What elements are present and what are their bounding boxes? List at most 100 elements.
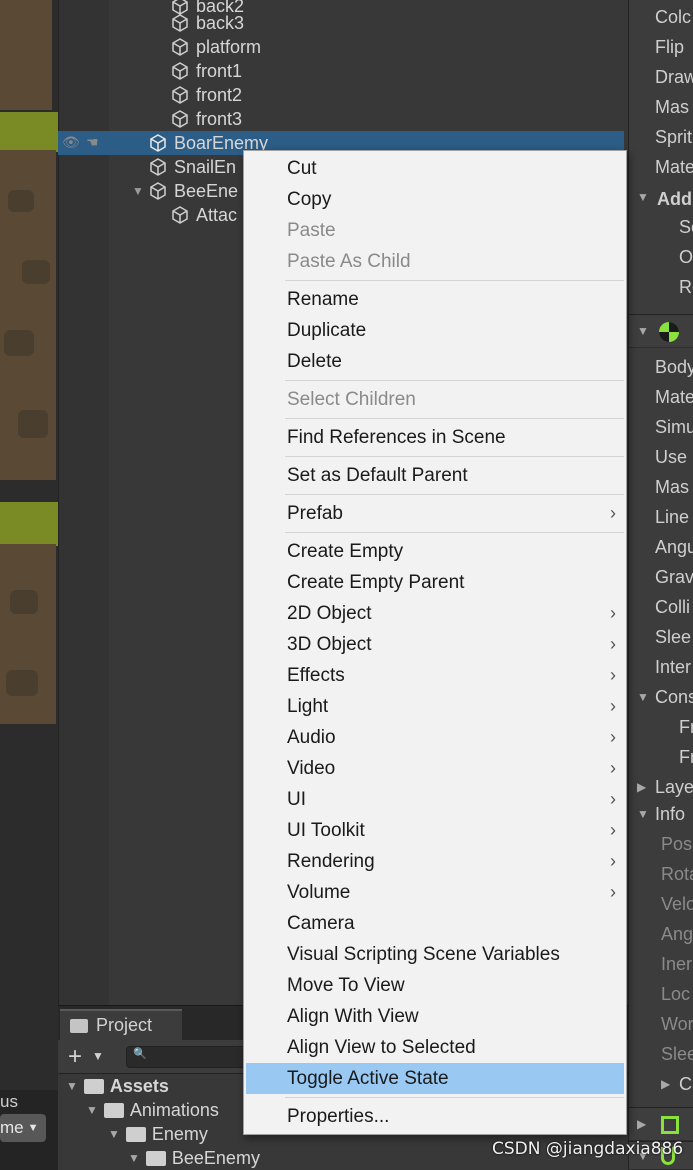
expand-arrow-icon[interactable]: ▼ — [637, 682, 649, 712]
collapse-arrow-icon[interactable]: ▶ — [661, 1069, 670, 1099]
menu-item-find-references[interactable]: Find References in Scene — [246, 422, 624, 453]
menu-item-label: Video — [287, 757, 336, 779]
inspector-field-label[interactable]: Mas — [655, 92, 689, 122]
inspector-field-label[interactable]: O — [679, 242, 693, 272]
inspector-field-label[interactable]: Sprit — [655, 122, 692, 152]
inspector-field-label[interactable]: Flip — [655, 32, 684, 62]
expand-arrow-icon[interactable]: ▼ — [637, 799, 649, 829]
menu-item-cut[interactable]: Cut — [246, 153, 624, 184]
chevron-down-icon[interactable]: ▼ — [92, 1049, 104, 1063]
gameobject-cube-icon — [172, 206, 188, 224]
inspector-field-label[interactable]: Body — [655, 352, 693, 382]
menu-item-label: Paste — [287, 219, 336, 241]
menu-item-align-with-view[interactable]: Align With View — [246, 1001, 624, 1032]
menu-item-set-default-parent[interactable]: Set as Default Parent — [246, 460, 624, 491]
menu-item-audio[interactable]: Audio › — [246, 722, 624, 753]
collapse-arrow-icon[interactable]: ▶ — [637, 772, 646, 802]
overlay-dropdown[interactable]: me ▼ — [0, 1114, 46, 1142]
scene-view[interactable] — [0, 0, 58, 1090]
menu-item-label: Camera — [287, 912, 355, 934]
inspector-field-label[interactable]: Fr — [679, 742, 693, 772]
menu-item-properties[interactable]: Properties... — [246, 1101, 624, 1132]
project-tree-item[interactable]: ▼ Assets — [66, 1074, 169, 1098]
project-tree-item[interactable]: ▼ Animations — [86, 1098, 219, 1122]
menu-item-copy[interactable]: Copy — [246, 184, 624, 215]
hierarchy-item[interactable]: front1 — [58, 59, 624, 83]
inspector-section-label[interactable]: Add — [657, 184, 692, 214]
menu-item-create-empty-parent[interactable]: Create Empty Parent — [246, 567, 624, 598]
inspector-field-label[interactable]: Inter — [655, 652, 691, 682]
submenu-arrow-icon: › — [610, 603, 616, 623]
inspector-section-label[interactable]: Info — [655, 799, 685, 829]
inspector-field-label[interactable]: Simu — [655, 412, 693, 442]
hierarchy-item[interactable]: front3 — [58, 107, 624, 131]
expand-arrow-icon[interactable]: ▼ — [128, 1151, 140, 1165]
inspector-field-label[interactable]: Draw — [655, 62, 693, 92]
menu-item-ui[interactable]: UI › — [246, 784, 624, 815]
inspector-field-label[interactable]: Fr — [679, 712, 693, 742]
gameobject-cube-icon — [172, 86, 188, 104]
menu-item-duplicate[interactable]: Duplicate — [246, 315, 624, 346]
menu-item-create-empty[interactable]: Create Empty — [246, 536, 624, 567]
menu-item-move-to-view[interactable]: Move To View — [246, 970, 624, 1001]
submenu-arrow-icon: › — [610, 789, 616, 809]
menu-item-camera[interactable]: Camera — [246, 908, 624, 939]
inspector-field-label[interactable]: Grav — [655, 562, 693, 592]
expand-arrow-icon[interactable]: ▼ — [108, 1127, 120, 1141]
project-tree-item[interactable]: ▼ Enemy — [108, 1122, 208, 1146]
menu-item-label: Delete — [287, 350, 342, 372]
expand-arrow-icon[interactable]: ▼ — [66, 1079, 78, 1093]
hierarchy-item[interactable]: back3 — [58, 11, 624, 35]
inspector-field-label[interactable]: C — [679, 1069, 692, 1099]
inspector-field-label[interactable]: Sc — [679, 212, 693, 242]
project-tree-item-label: Assets — [109, 1075, 169, 1096]
collapse-arrow-icon[interactable]: ▶ — [637, 1117, 646, 1131]
folder-open-icon — [103, 1102, 124, 1118]
watermark: CSDN @jiangdaxia886 — [492, 1139, 684, 1159]
menu-item-rename[interactable]: Rename — [246, 284, 624, 315]
inspector-section-label[interactable]: Cons — [655, 682, 693, 712]
menu-item-volume[interactable]: Volume › — [246, 877, 624, 908]
menu-item-toggle-active-state[interactable]: Toggle Active State — [246, 1063, 624, 1094]
inspector-field-label[interactable]: Use — [655, 442, 687, 472]
expand-arrow-icon[interactable]: ▼ — [86, 1103, 98, 1117]
expand-arrow-icon[interactable]: ▼ — [637, 182, 649, 212]
inspector-field-label[interactable]: Line — [655, 502, 689, 532]
menu-item-effects[interactable]: Effects › — [246, 660, 624, 691]
expand-arrow-icon[interactable]: ▼ — [637, 324, 649, 338]
menu-item-delete[interactable]: Delete — [246, 346, 624, 377]
rigidbody-component-header[interactable]: ▼ — [629, 314, 693, 348]
menu-item-light[interactable]: Light › — [246, 691, 624, 722]
menu-item-label: Light — [287, 695, 329, 717]
gameobject-cube-icon — [150, 182, 166, 200]
hierarchy-item[interactable]: front2 — [58, 83, 624, 107]
inspector-field-label[interactable]: Colc — [655, 2, 691, 32]
visibility-eye-icon[interactable]: 👁 — [62, 134, 80, 151]
menu-item-rendering[interactable]: Rendering › — [246, 846, 624, 877]
menu-item-ui-toolkit[interactable]: UI Toolkit › — [246, 815, 624, 846]
submenu-arrow-icon: › — [610, 727, 616, 747]
inspector-field-label[interactable]: Re — [679, 272, 693, 302]
add-button[interactable]: + — [68, 1043, 82, 1071]
menu-item-align-view-to-selected[interactable]: Align View to Selected — [246, 1032, 624, 1063]
menu-item-prefab[interactable]: Prefab › — [246, 498, 624, 529]
menu-item-visual-scripting-scene-variables[interactable]: Visual Scripting Scene Variables — [246, 939, 624, 970]
inspector-field-label[interactable]: Colli — [655, 592, 690, 622]
menu-item-3d-object[interactable]: 3D Object › — [246, 629, 624, 660]
inspector-field-label[interactable]: Mate — [655, 152, 693, 182]
tab-project[interactable]: Project — [60, 1009, 182, 1040]
inspector-field-label[interactable]: Angu — [655, 532, 693, 562]
rigidbody-icon — [659, 322, 679, 342]
menu-item-2d-object[interactable]: 2D Object › — [246, 598, 624, 629]
project-tree-item[interactable]: ▼ BeeEnemy — [128, 1146, 260, 1170]
hierarchy-item[interactable]: platform — [58, 35, 624, 59]
component-header[interactable]: ▶ — [629, 1107, 693, 1141]
menu-item-video[interactable]: Video › — [246, 753, 624, 784]
expand-arrow-icon[interactable]: ▼ — [132, 184, 146, 198]
menu-item-label: Rendering — [287, 850, 375, 872]
inspector-field-label[interactable]: Mate — [655, 382, 693, 412]
inspector-section-label[interactable]: Laye — [655, 772, 693, 802]
pickable-hand-icon[interactable]: ☚ — [86, 134, 99, 151]
inspector-field-label[interactable]: Slee — [655, 622, 691, 652]
inspector-field-label[interactable]: Mas — [655, 472, 689, 502]
